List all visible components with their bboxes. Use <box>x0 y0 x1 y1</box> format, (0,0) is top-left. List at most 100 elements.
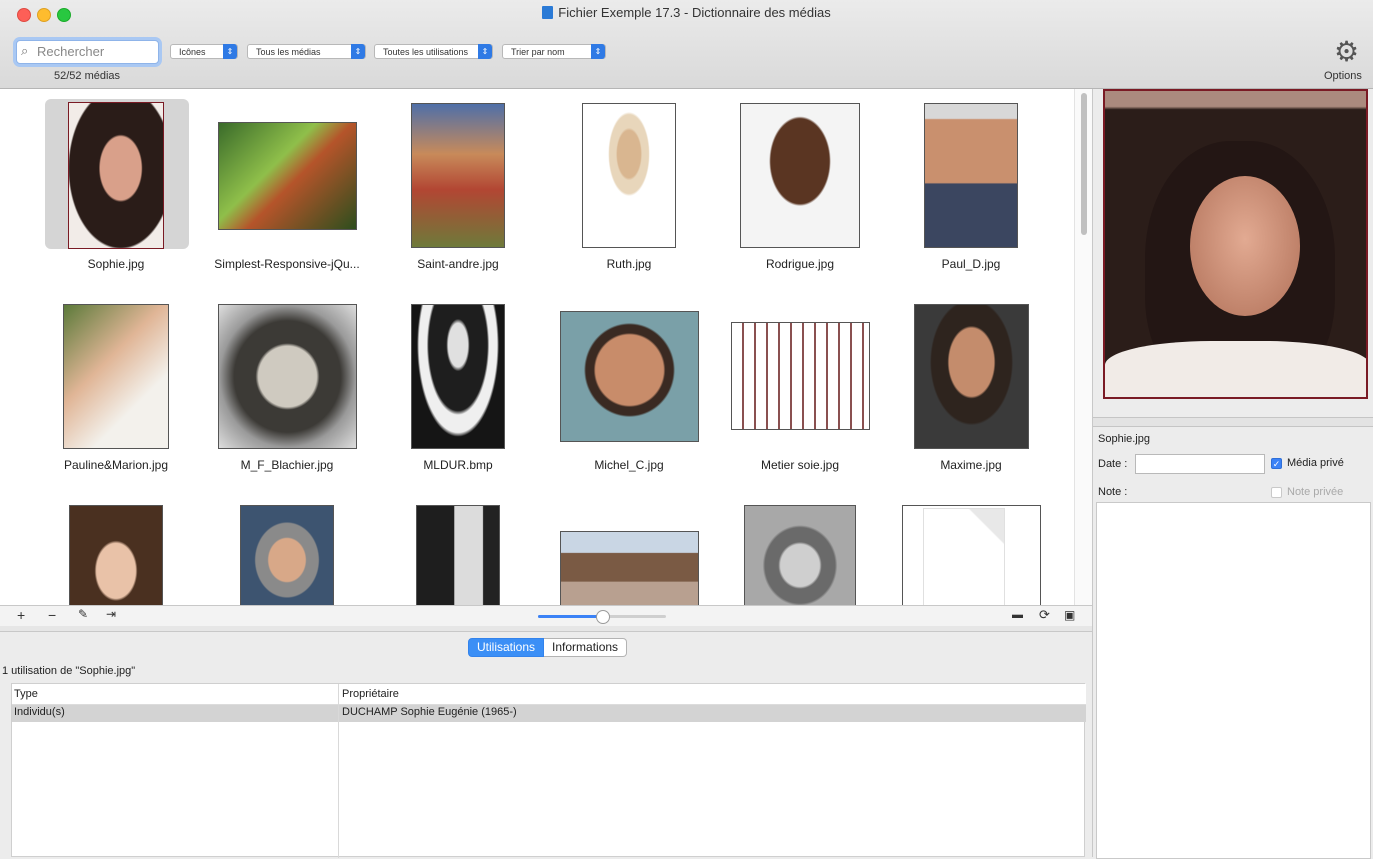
save-icon[interactable]: ▣ <box>1064 608 1075 622</box>
media-caption: M_F_Blachier.jpg <box>240 458 334 472</box>
table-header-row <box>12 684 1086 705</box>
thumbnail-image <box>217 122 357 230</box>
thumbnail-image <box>217 304 357 449</box>
details-panel: Sophie.jpg Date : ✓ Média privé Note : N… <box>1092 89 1373 859</box>
table-row[interactable] <box>12 705 1086 722</box>
media-caption: Sophie.jpg <box>87 257 145 271</box>
horizontal-splitter[interactable] <box>0 626 1092 632</box>
media-item-saint-andre[interactable]: Saint-andre.jpg <box>373 103 543 271</box>
preview-splitter[interactable] <box>1093 417 1373 427</box>
media-count: 52/52 médias <box>54 70 121 82</box>
tab-informations[interactable]: Informations <box>544 638 628 657</box>
media-caption: Rodrigue.jpg <box>765 257 835 271</box>
thumbnail-image <box>416 505 500 605</box>
zoom-slider-knob[interactable] <box>596 610 610 624</box>
search-icon: ⌕ <box>21 43 29 58</box>
note-textarea[interactable] <box>1096 502 1371 859</box>
thumbnail-image <box>582 103 676 248</box>
usage-table[interactable]: Type Propriétaire Individu(s) DUCHAMP So… <box>11 683 1086 858</box>
media-item[interactable] <box>202 505 372 605</box>
private-media-label: Média privé <box>1287 457 1344 469</box>
media-caption: Pauline&Marion.jpg <box>63 458 169 472</box>
media-item-sophie[interactable]: Sophie.jpg <box>31 99 201 271</box>
media-item-metier-soie[interactable]: Metier soie.jpg <box>715 322 885 472</box>
date-label: Date : <box>1098 458 1128 470</box>
date-field[interactable] <box>1135 454 1265 474</box>
zoom-slider[interactable] <box>538 610 666 624</box>
thumbnail-image <box>730 322 870 430</box>
thumbnail-image <box>411 304 505 449</box>
media-item-red-panda[interactable]: Simplest-Responsive-jQu... <box>202 122 372 271</box>
media-item-mldur[interactable]: MLDUR.bmp <box>373 304 543 472</box>
chevron-updown-icon: ⇕ <box>591 44 605 59</box>
column-header-owner[interactable]: Propriétaire <box>342 684 399 704</box>
view-mode-select[interactable]: Icônes ⇕ <box>170 44 238 59</box>
media-item-maxime[interactable]: Maxime.jpg <box>886 304 1056 472</box>
media-caption: Simplest-Responsive-jQu... <box>214 257 360 271</box>
chevron-updown-icon: ⇕ <box>478 44 492 59</box>
grid-toolbar: + − ✎ ⇥ ▬ ⟳ ▣ <box>0 605 1092 627</box>
media-item-paul-d[interactable]: Paul_D.jpg <box>886 103 1056 271</box>
column-divider[interactable] <box>338 684 339 858</box>
thumbnail-image <box>63 304 169 449</box>
zoom-slider-fill <box>538 615 602 618</box>
media-item-rodrigue[interactable]: Rodrigue.jpg <box>715 103 885 271</box>
media-item[interactable] <box>31 505 201 605</box>
media-caption: Ruth.jpg <box>606 257 652 271</box>
merge-media-button[interactable]: ⇥ <box>106 607 116 621</box>
row-owner: DUCHAMP Sophie Eugénie (1965-) <box>342 706 517 718</box>
media-item[interactable] <box>544 531 714 605</box>
media-preview <box>1103 89 1368 399</box>
document-icon <box>901 505 1041 605</box>
folder-icon[interactable]: ▬ <box>1012 609 1023 621</box>
sort-select[interactable]: Trier par nom ⇕ <box>502 44 606 59</box>
thumbnail-image <box>744 505 856 605</box>
remove-media-button[interactable]: − <box>48 607 56 623</box>
column-header-type[interactable]: Type <box>14 684 38 704</box>
thumbnail-image <box>411 103 505 248</box>
media-caption: Michel_C.jpg <box>594 458 664 472</box>
scrollbar-knob[interactable] <box>1081 93 1087 235</box>
media-filter-select[interactable]: Tous les médias ⇕ <box>247 44 366 59</box>
private-note-checkbox[interactable] <box>1271 487 1282 498</box>
search-placeholder: Rechercher <box>37 44 105 59</box>
media-caption: MLDUR.bmp <box>423 458 493 472</box>
add-media-button[interactable]: + <box>17 607 25 623</box>
thumbnail-image <box>69 505 163 605</box>
usage-filter-select[interactable]: Toutes les utilisations ⇕ <box>374 44 493 59</box>
media-item-pauline-marion[interactable]: Pauline&Marion.jpg <box>31 304 201 472</box>
thumbnail-image <box>240 505 334 605</box>
media-item-document[interactable] <box>886 505 1056 605</box>
usage-tabs: Utilisations Informations <box>468 638 628 657</box>
window-title: Fichier Exemple 17.3 - Dictionnaire des … <box>0 5 1373 20</box>
gear-icon[interactable]: ⚙ <box>1334 38 1359 66</box>
media-grid[interactable]: Sophie.jpg Simplest-Responsive-jQu... Sa… <box>0 89 1074 605</box>
search-input[interactable]: ⌕ Rechercher <box>16 40 159 64</box>
media-caption: Metier soie.jpg <box>760 458 840 472</box>
grid-scrollbar[interactable] <box>1074 89 1093 605</box>
private-media-checkbox[interactable]: ✓ <box>1271 458 1282 469</box>
media-item-michel-c[interactable]: Michel_C.jpg <box>544 311 714 472</box>
media-item[interactable] <box>715 505 885 605</box>
row-type: Individu(s) <box>14 706 65 718</box>
media-caption: Paul_D.jpg <box>941 257 1001 271</box>
edit-media-button[interactable]: ✎ <box>78 607 88 621</box>
options-button-label[interactable]: Options <box>1324 70 1362 82</box>
thumbnail-image <box>559 531 699 605</box>
thumbnail-image <box>924 103 1018 248</box>
media-item-m-f-blachier[interactable]: M_F_Blachier.jpg <box>202 304 372 472</box>
thumbnail-image <box>559 311 699 442</box>
media-item-ruth[interactable]: Ruth.jpg <box>544 103 714 271</box>
document-icon <box>542 6 554 19</box>
thumbnail-image <box>68 102 164 249</box>
chevron-updown-icon: ⇕ <box>223 44 237 59</box>
thumbnail-image <box>740 103 860 248</box>
private-note-label: Note privée <box>1287 486 1344 498</box>
media-caption: Saint-andre.jpg <box>417 257 499 271</box>
media-item[interactable] <box>373 505 543 605</box>
refresh-icon[interactable]: ⟳ <box>1039 607 1050 623</box>
tab-usages[interactable]: Utilisations <box>468 638 545 657</box>
media-caption: Maxime.jpg <box>940 458 1002 472</box>
note-label: Note : <box>1098 486 1128 498</box>
selected-file-name: Sophie.jpg <box>1098 433 1150 445</box>
